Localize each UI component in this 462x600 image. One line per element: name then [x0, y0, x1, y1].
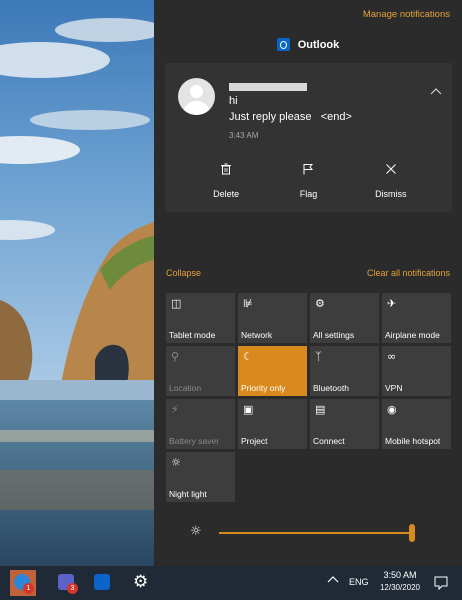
tile-label: Night light — [169, 489, 207, 499]
notification-icon — [434, 576, 448, 590]
taskbar-teams-app[interactable]: 3 — [54, 570, 80, 596]
tile-vpn[interactable]: ∞ VPN — [382, 346, 451, 396]
tile-label: Tablet mode — [169, 330, 216, 340]
tile-tablet-mode[interactable]: ◫ Tablet mode — [166, 293, 235, 343]
tile-bluetooth[interactable]: ᛉ Bluetooth — [310, 346, 379, 396]
avatar — [178, 78, 215, 115]
brightness-icon: ☼ — [190, 524, 202, 539]
battery-saver-icon: ⚡ — [171, 403, 179, 416]
chevron-up-icon[interactable] — [430, 87, 442, 95]
outlook-icon — [276, 38, 290, 51]
bluetooth-icon: ᛉ — [315, 350, 322, 363]
mobile-hotspot-icon: ◉ — [387, 403, 397, 416]
brightness-slider-thumb[interactable] — [409, 524, 415, 542]
flag-label: Flag — [299, 189, 318, 199]
tile-network[interactable]: ⊯ Network — [238, 293, 307, 343]
badge: 1 — [23, 583, 34, 594]
tile-project[interactable]: ▣ Project — [238, 399, 307, 449]
clock-date: 12/30/2020 — [379, 583, 421, 592]
clear-all-notifications-link[interactable]: Clear all notifications — [367, 268, 450, 278]
action-center-panel: Manage notifications Outlook hi Just rep… — [154, 0, 462, 566]
tile-label: Project — [241, 436, 268, 446]
taskbar-outlook-app[interactable] — [90, 570, 116, 596]
notification-body: Just reply please <end> — [229, 111, 352, 123]
taskbar-settings-app[interactable]: ⚙ — [128, 570, 154, 596]
tile-airplane-mode[interactable]: ✈ Airplane mode — [382, 293, 451, 343]
notification-card[interactable]: hi Just reply please <end> 3:43 AM Delet… — [165, 63, 452, 212]
clock[interactable]: 3:50 AM 12/30/2020 — [379, 570, 421, 592]
badge: 3 — [67, 583, 78, 594]
tile-label: Battery saver — [169, 436, 220, 446]
delete-button[interactable]: Delete — [191, 163, 261, 199]
tile-label: Bluetooth — [313, 383, 349, 393]
vpn-icon: ∞ — [387, 350, 397, 363]
show-hidden-icons-chevron-icon[interactable] — [327, 574, 339, 584]
notification-time: 3:43 AM — [229, 131, 259, 140]
tile-label: Network — [241, 330, 273, 340]
desktop-wallpaper — [0, 0, 154, 566]
connect-icon: ▤ — [315, 403, 326, 416]
sender-redacted — [229, 83, 307, 91]
tile-label: Priority only — [241, 383, 286, 393]
tile-battery-saver[interactable]: ⚡ Battery saver — [166, 399, 235, 449]
notification-subject: hi — [229, 95, 238, 107]
tablet-mode-icon: ◫ — [171, 297, 182, 310]
dismiss-button[interactable]: Dismiss — [356, 163, 426, 199]
tile-location[interactable]: ⚲ Location — [166, 346, 235, 396]
taskbar-skype-app[interactable]: 1 — [10, 570, 36, 596]
tile-label: Airplane mode — [385, 330, 440, 340]
tile-label: Location — [169, 383, 202, 393]
action-center-button[interactable] — [426, 570, 456, 596]
clock-time: 3:50 AM — [383, 570, 417, 580]
tile-label: All settings — [313, 330, 355, 340]
notification-app-header[interactable]: Outlook — [154, 38, 462, 51]
tile-label: VPN — [385, 383, 403, 393]
brightness-slider-track[interactable] — [219, 532, 412, 534]
taskbar: 1 3 ⚙ ENG 3:50 AM 12/30/2020 — [0, 566, 462, 600]
tile-priority-only[interactable]: ☾ Priority only — [238, 346, 307, 396]
night-light-icon: ☼ — [171, 456, 181, 469]
delete-label: Delete — [213, 189, 240, 199]
airplane-icon: ✈ — [387, 297, 397, 310]
tile-connect[interactable]: ▤ Connect — [310, 399, 379, 449]
dismiss-label: Dismiss — [375, 189, 407, 199]
outlook-taskbar-icon — [94, 574, 110, 590]
brightness-control: ☼ — [190, 521, 452, 545]
gear-icon: ⚙ — [133, 572, 149, 592]
tile-label: Mobile hotspot — [385, 436, 441, 446]
project-icon: ▣ — [243, 403, 254, 416]
flag-icon — [303, 164, 314, 175]
app-name: Outlook — [297, 38, 340, 51]
tile-night-light[interactable]: ☼ Night light — [166, 452, 235, 502]
gear-icon: ⚙ — [315, 297, 325, 310]
collapse-link[interactable]: Collapse — [166, 268, 201, 278]
tile-mobile-hotspot[interactable]: ◉ Mobile hotspot — [382, 399, 451, 449]
flag-button[interactable]: Flag — [273, 163, 343, 199]
moon-icon: ☾ — [243, 350, 253, 363]
language-indicator[interactable]: ENG — [349, 577, 369, 587]
delete-icon — [221, 163, 232, 175]
tile-all-settings[interactable]: ⚙ All settings — [310, 293, 379, 343]
tile-label: Connect — [313, 436, 345, 446]
quick-actions-grid: ◫ Tablet mode ⊯ Network ⚙ All settings ✈… — [166, 293, 452, 502]
dismiss-icon — [385, 164, 396, 174]
network-icon: ⊯ — [243, 297, 253, 310]
location-icon: ⚲ — [171, 350, 180, 363]
manage-notifications-link[interactable]: Manage notifications — [363, 9, 450, 20]
